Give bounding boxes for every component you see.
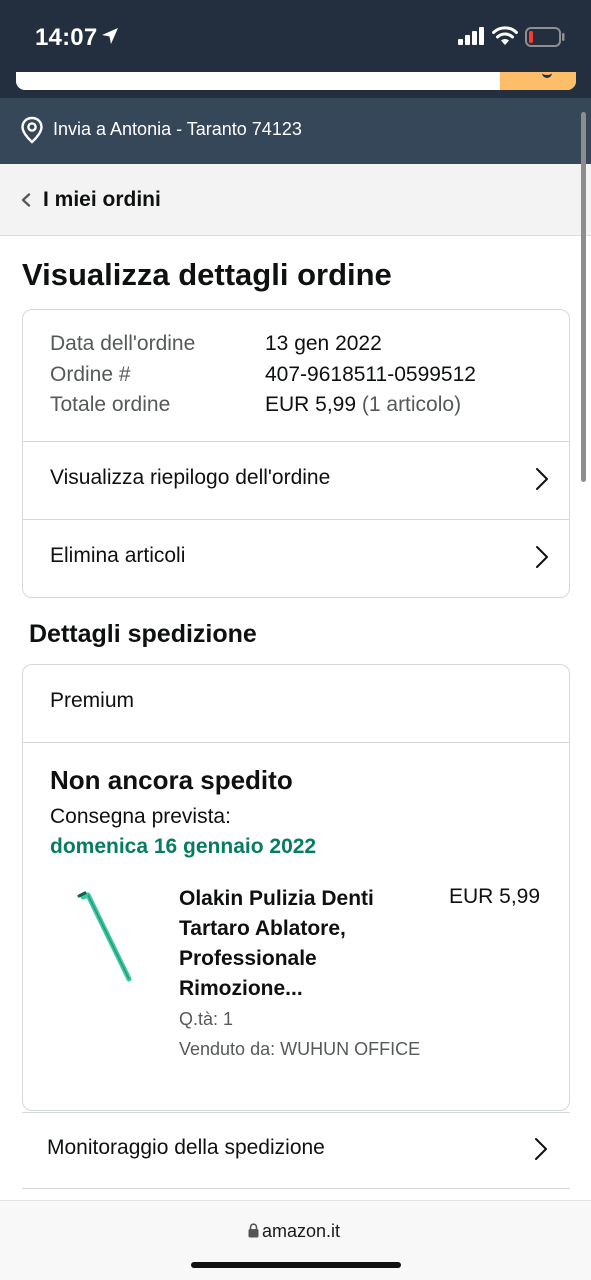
home-indicator[interactable] (191, 1262, 401, 1268)
browser-address-bar[interactable]: amazon.it (0, 1200, 591, 1280)
chevron-right-icon (536, 546, 548, 568)
order-total-value-wrap: EUR 5,99 (1 articolo) (265, 393, 461, 417)
cellular-signal-icon (458, 27, 484, 45)
product-quantity: Q.tà: 1 (179, 1009, 234, 1029)
track-shipment-link[interactable]: Monitoraggio della spedizione (22, 1112, 570, 1189)
deliver-to-bar[interactable]: Invia a Antonia - Taranto 74123 (0, 98, 591, 164)
order-number-label: Ordine # (50, 363, 131, 386)
view-order-summary-label: Visualizza riepilogo dell'ordine (50, 466, 331, 489)
shipment-details-heading: Dettagli spedizione (29, 620, 257, 648)
expected-delivery-date: domenica 16 gennaio 2022 (50, 835, 317, 858)
search-button[interactable] (500, 72, 576, 90)
product-image[interactable] (67, 887, 137, 987)
track-shipment-label: Monitoraggio della spedizione (47, 1136, 325, 1159)
delete-items-link[interactable]: Elimina articoli (23, 520, 569, 597)
location-pin-icon (21, 116, 43, 144)
search-input[interactable] (16, 72, 576, 90)
divider (23, 742, 569, 743)
delete-items-label: Elimina articoli (50, 544, 186, 567)
back-to-orders-link[interactable]: I miei ordini (43, 188, 161, 212)
shipment-status: Non ancora spedito (50, 765, 293, 795)
shipping-type: Premium (50, 689, 135, 712)
order-total-value: EUR 5,99 (265, 393, 357, 416)
product-seller: Venduto da: WUHUN OFFICE (179, 1039, 421, 1059)
status-bar: 14:07 (0, 0, 591, 72)
order-date-label: Data dell'ordine (50, 332, 196, 355)
product-title-link[interactable]: Olakin Pulizia Denti Tartaro Ablatore, P… (179, 884, 429, 1004)
order-number-value: 407-9618511-0599512 (265, 363, 476, 386)
order-total-label: Totale ordine (50, 393, 171, 416)
breadcrumb[interactable]: I miei ordini (0, 164, 591, 236)
deliver-to-text: Invia a Antonia - Taranto 74123 (53, 119, 302, 139)
location-arrow-icon (102, 28, 118, 44)
order-date-value: 13 gen 2022 (265, 332, 382, 355)
product-price: EUR 5,99 (449, 885, 541, 908)
expected-delivery-label: Consegna prevista: (50, 805, 231, 828)
lock-icon (248, 1223, 259, 1238)
chevron-right-icon (536, 468, 548, 490)
view-order-summary-link[interactable]: Visualizza riepilogo dell'ordine (23, 442, 569, 519)
status-time: 14:07 (35, 24, 98, 51)
page-title: Visualizza dettagli ordine (22, 257, 392, 292)
wifi-icon (492, 26, 518, 45)
order-item-count: (1 articolo) (356, 393, 462, 416)
search-icon (542, 72, 552, 78)
chevron-left-icon (21, 193, 31, 207)
order-summary-card: Data dell'ordine 13 gen 2022 Ordine # 40… (22, 309, 570, 598)
chevron-right-icon (535, 1138, 547, 1160)
shipment-card: Premium Non ancora spedito Consegna prev… (22, 664, 570, 1111)
url-text: amazon.it (262, 1221, 341, 1241)
battery-low-icon (525, 27, 565, 47)
scrollbar[interactable] (581, 112, 586, 482)
